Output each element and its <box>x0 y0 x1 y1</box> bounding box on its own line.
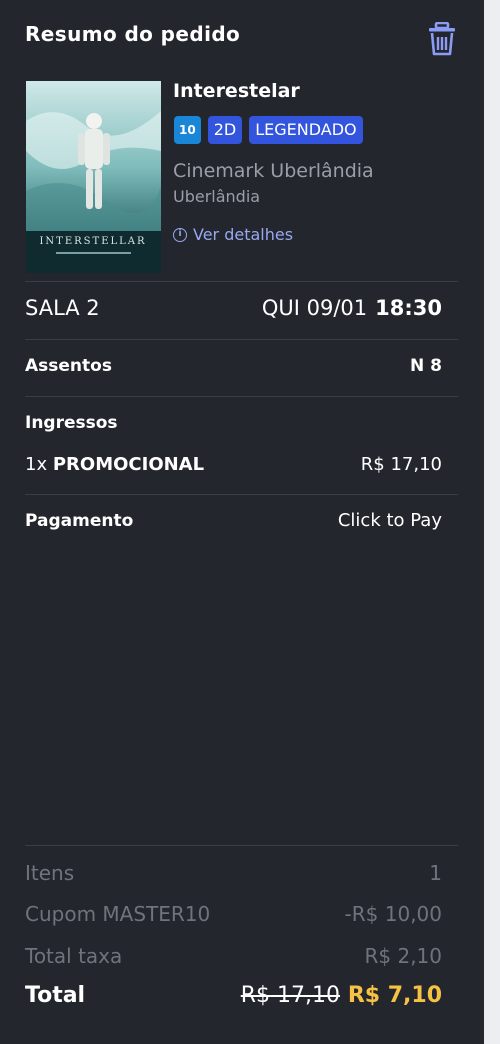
view-details-link[interactable]: i Ver detalhes <box>173 225 293 244</box>
total-original-price: R$ 17,10 <box>240 983 340 1008</box>
ticket-qty: 1x <box>25 454 48 475</box>
coupon-value: -R$ 10,00 <box>344 902 442 926</box>
ticket-price: R$ 17,10 <box>360 454 442 475</box>
fee-value: R$ 2,10 <box>364 944 442 968</box>
total-label: Total <box>25 983 86 1008</box>
payment-label: Pagamento <box>25 511 134 531</box>
movie-title: Interestelar <box>173 80 300 102</box>
divider <box>25 339 458 340</box>
coupon-label: Cupom MASTER10 <box>25 902 211 926</box>
payment-method: Click to Pay <box>337 510 442 531</box>
panel-title: Resumo do pedido <box>25 22 241 46</box>
session-time: 18:30 <box>375 296 442 320</box>
movie-poster: INTERSTELLAR <box>26 81 161 273</box>
movie-badges: 10 2D LEGENDADO <box>174 116 363 144</box>
divider <box>25 494 458 495</box>
session-datetime: QUI 09/01 18:30 <box>262 296 442 320</box>
cinema-city: Uberlândia <box>173 187 261 206</box>
fee-label: Total taxa <box>25 944 123 968</box>
total-final-price: R$ 7,10 <box>347 983 442 1008</box>
age-rating-badge: 10 <box>174 116 201 144</box>
info-icon: i <box>173 227 187 242</box>
divider <box>25 845 458 846</box>
items-value: 1 <box>429 861 442 885</box>
divider <box>25 396 458 397</box>
ticket-type: PROMOCIONAL <box>52 454 205 475</box>
session-date: QUI 09/01 <box>261 296 368 320</box>
divider <box>25 281 458 282</box>
language-badge: LEGENDADO <box>249 116 363 144</box>
items-label: Itens <box>25 861 75 885</box>
ticket-line: 1x PROMOCIONAL <box>25 454 204 475</box>
order-summary-panel: Resumo do pedido INTERSTELLAR Interestel… <box>0 0 484 1044</box>
poster-title-text: INTERSTELLAR <box>39 236 146 247</box>
room-label: SALA 2 <box>25 296 100 320</box>
tickets-label: Ingressos <box>25 413 118 433</box>
trash-icon[interactable] <box>427 21 457 56</box>
format-badge: 2D <box>207 116 243 144</box>
seats-label: Assentos <box>25 356 112 376</box>
cinema-name: Cinemark Uberlândia <box>173 160 374 182</box>
view-details-label: Ver detalhes <box>193 225 294 244</box>
seats-value: N 8 <box>410 356 442 376</box>
